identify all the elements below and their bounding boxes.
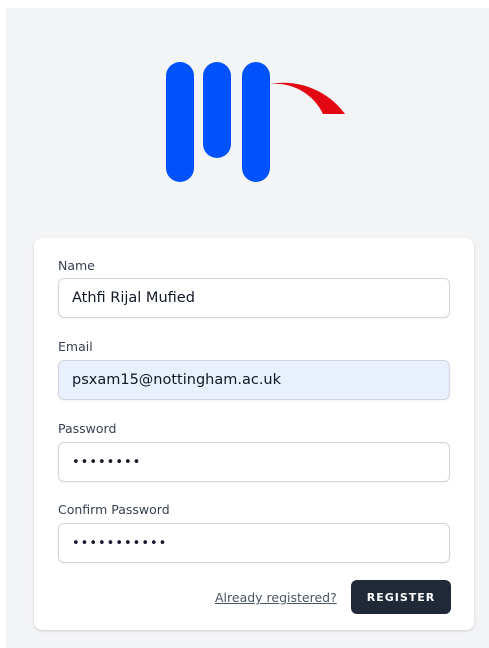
password-label: Password — [58, 421, 117, 436]
logo-red-arc — [270, 82, 345, 114]
email-label: Email — [58, 339, 93, 354]
app-logo — [166, 62, 345, 182]
logo-bar-left — [166, 62, 194, 182]
logo-bar-right — [242, 62, 270, 182]
confirm-password-input[interactable]: ••••••••••• — [58, 523, 450, 563]
name-label: Name — [58, 258, 95, 273]
email-input[interactable]: psxam15@nottingham.ac.uk — [58, 360, 450, 400]
logo-bar-middle — [203, 62, 231, 158]
register-card: Name Athfi Rijal Mufied Email psxam15@no… — [34, 238, 474, 630]
confirm-password-label: Confirm Password — [58, 502, 170, 517]
already-registered-link[interactable]: Already registered? — [215, 590, 337, 605]
page-background: Name Athfi Rijal Mufied Email psxam15@no… — [6, 8, 489, 648]
password-input[interactable]: •••••••• — [58, 442, 450, 482]
name-input[interactable]: Athfi Rijal Mufied — [58, 278, 450, 318]
register-button[interactable]: REGISTER — [351, 580, 451, 614]
